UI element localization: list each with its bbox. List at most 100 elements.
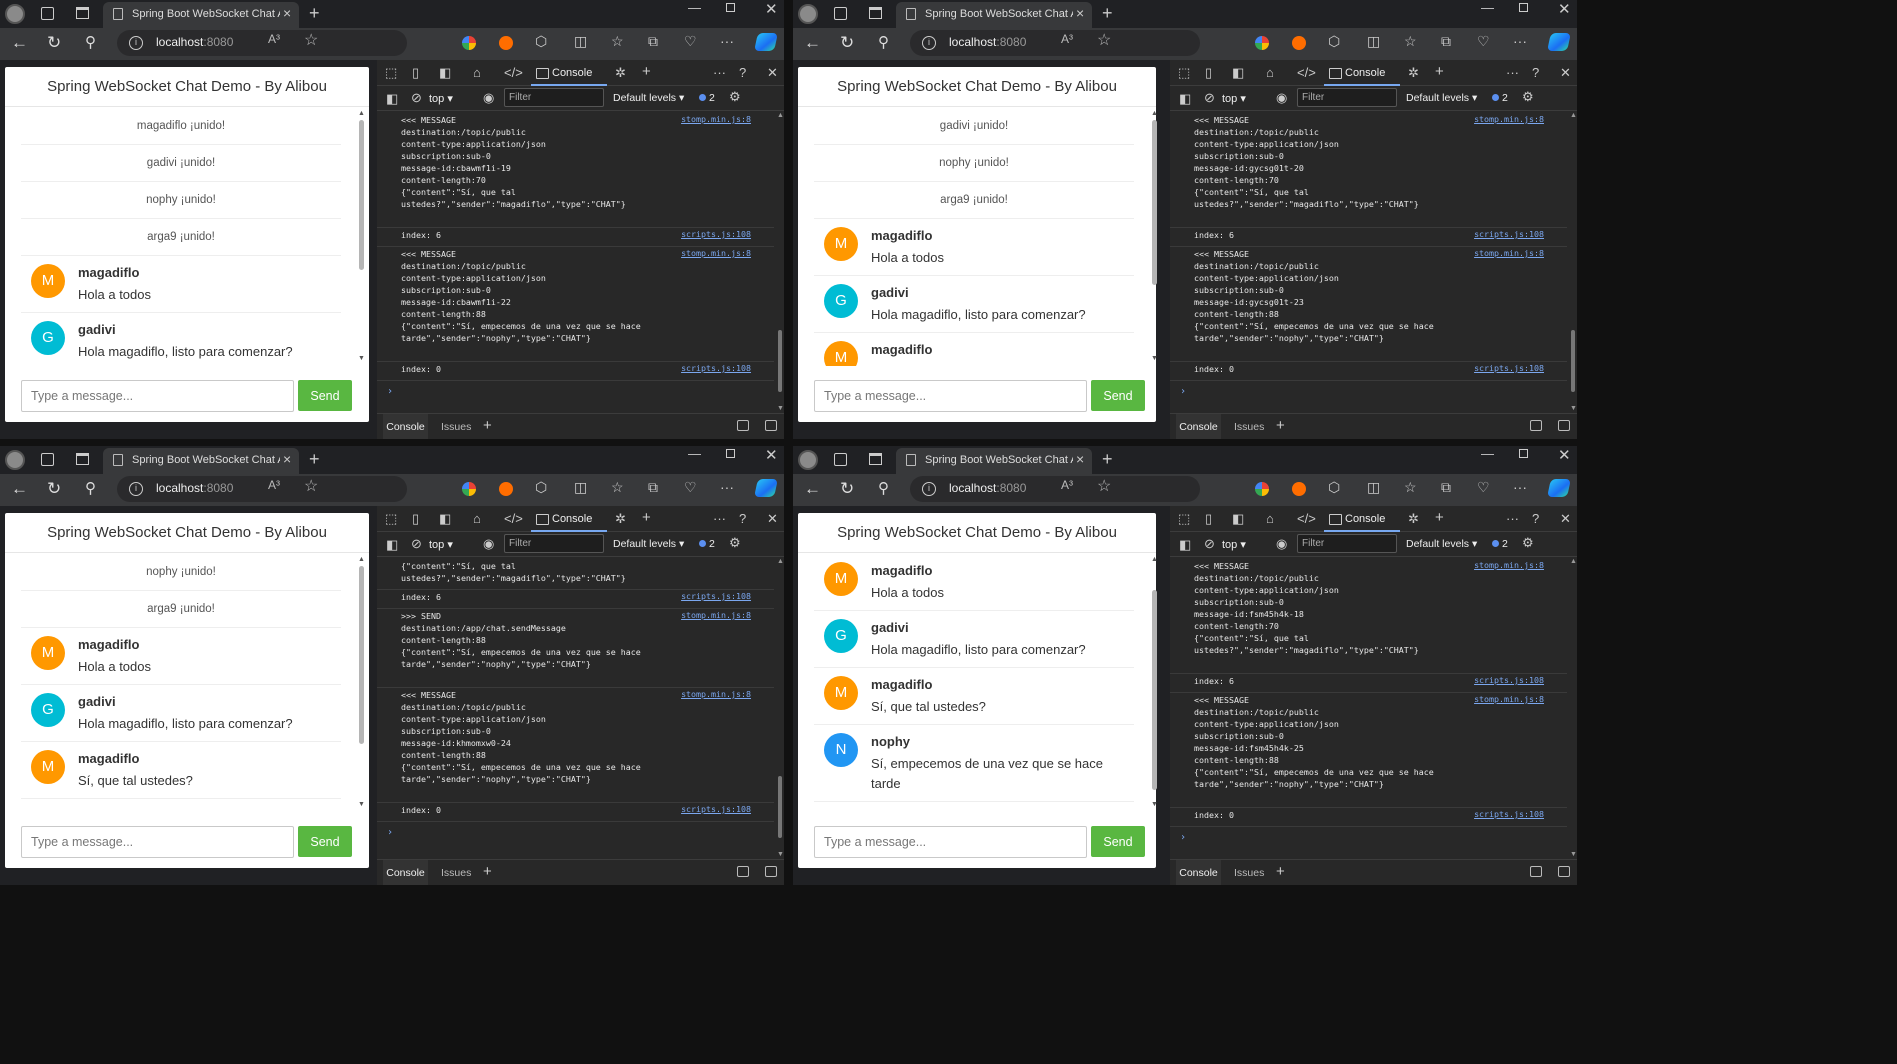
split-screen-icon[interactable]: ◫ bbox=[1367, 479, 1380, 496]
welcome-home-icon[interactable]: ⌂ bbox=[473, 65, 481, 80]
minimize-icon[interactable]: — bbox=[688, 0, 701, 15]
workspaces-icon[interactable] bbox=[834, 7, 847, 20]
scroll-thumb[interactable] bbox=[1571, 330, 1575, 392]
sidebar-toggle-icon[interactable]: ◧ bbox=[386, 537, 398, 553]
inspect-icon[interactable]: ⬚ bbox=[385, 65, 397, 81]
message-area[interactable]: nophy ¡unido! arga9 ¡unido! Mmagadiflo Hola… bbox=[5, 554, 369, 812]
welcome-home-icon[interactable]: ⌂ bbox=[473, 511, 481, 526]
source-link[interactable]: scripts.js:108 bbox=[1474, 809, 1544, 819]
favorites-icon[interactable]: ☆ bbox=[611, 479, 624, 496]
more-menu-icon[interactable]: ··· bbox=[720, 33, 734, 49]
split-screen-icon[interactable]: ◫ bbox=[574, 479, 587, 496]
sidebar-toggle-icon[interactable]: ◧ bbox=[1179, 537, 1191, 553]
send-button[interactable]: Send bbox=[1091, 380, 1145, 411]
source-link[interactable]: stomp.min.js:8 bbox=[1474, 694, 1544, 704]
add-drawer-tab-icon[interactable]: + bbox=[483, 863, 492, 880]
split-screen-icon[interactable]: ◫ bbox=[574, 33, 587, 50]
scroll-thumb[interactable] bbox=[778, 330, 782, 392]
sources-bug-icon[interactable]: ✲ bbox=[615, 511, 626, 527]
back-icon[interactable]: ← bbox=[11, 479, 28, 499]
welcome-home-icon[interactable]: ⌂ bbox=[1266, 511, 1274, 526]
source-link[interactable]: stomp.min.js:8 bbox=[1474, 248, 1544, 258]
send-button[interactable]: Send bbox=[298, 826, 352, 857]
elements-icon[interactable]: </> bbox=[1297, 65, 1316, 80]
close-tab-icon[interactable]: × bbox=[283, 5, 291, 21]
copilot-icon[interactable] bbox=[754, 33, 778, 51]
new-tab-icon[interactable]: + bbox=[1102, 449, 1113, 470]
quick-view-icon[interactable] bbox=[737, 420, 749, 431]
scroll-up-icon[interactable]: ▲ bbox=[1151, 556, 1158, 563]
extensions-puzzle-icon[interactable]: ⬡ bbox=[1328, 33, 1340, 50]
close-window-icon[interactable]: ✕ bbox=[765, 0, 778, 18]
browser-essentials-icon[interactable]: ♡ bbox=[1477, 479, 1490, 496]
chat-scrollbar[interactable]: ▲ ▼ bbox=[1150, 556, 1160, 808]
more-menu-icon[interactable]: ··· bbox=[1513, 479, 1527, 495]
close-window-icon[interactable]: ✕ bbox=[1558, 446, 1571, 464]
live-expression-eye-icon[interactable]: ◉ bbox=[483, 90, 494, 106]
favorites-icon[interactable]: ☆ bbox=[1404, 33, 1417, 50]
message-area[interactable]: Mmagadiflo Hola a todos Ggadivi Hola magadi… bbox=[798, 554, 1162, 812]
favorite-star-icon[interactable]: ☆ bbox=[304, 30, 318, 50]
dock-icon[interactable]: ◧ bbox=[1232, 511, 1244, 527]
search-icon[interactable]: ⚲ bbox=[878, 479, 889, 497]
copilot-icon[interactable] bbox=[754, 479, 778, 497]
drawer-tab-issues[interactable]: Issues bbox=[441, 421, 471, 433]
refresh-icon[interactable]: ↻ bbox=[47, 33, 61, 53]
scroll-down-icon[interactable]: ▼ bbox=[358, 355, 365, 362]
tab-console[interactable]: Console bbox=[1324, 60, 1400, 86]
extension-icon[interactable] bbox=[499, 36, 513, 50]
new-tab-icon[interactable]: + bbox=[1102, 3, 1113, 24]
more-menu-icon[interactable]: ··· bbox=[1513, 33, 1527, 49]
filter-input[interactable]: Filter bbox=[504, 88, 604, 107]
console-prompt-chevron-icon[interactable]: › bbox=[1180, 832, 1186, 843]
live-expression-eye-icon[interactable]: ◉ bbox=[1276, 90, 1287, 106]
devtools-menu-icon[interactable]: ··· bbox=[1506, 65, 1519, 80]
chat-scrollbar[interactable]: ▲ ▼ bbox=[357, 110, 367, 362]
sources-bug-icon[interactable]: ✲ bbox=[1408, 65, 1419, 81]
workspaces-icon[interactable] bbox=[41, 453, 54, 466]
context-select[interactable]: top ▾ bbox=[1222, 538, 1246, 551]
source-link[interactable]: stomp.min.js:8 bbox=[681, 248, 751, 258]
scroll-thumb[interactable] bbox=[1152, 120, 1157, 285]
scroll-up-icon[interactable]: ▲ bbox=[1570, 112, 1577, 119]
source-link[interactable]: stomp.min.js:8 bbox=[1474, 114, 1544, 124]
minimize-icon[interactable]: — bbox=[1481, 0, 1494, 15]
console-prompt-chevron-icon[interactable]: › bbox=[387, 386, 393, 397]
url-field[interactable]: i localhost:8080 bbox=[910, 476, 1200, 502]
console-scrollbar[interactable]: ▲ ▼ bbox=[1569, 558, 1577, 858]
source-link[interactable]: scripts.js:108 bbox=[681, 591, 751, 601]
more-tools-icon[interactable]: + bbox=[1435, 509, 1444, 526]
search-icon[interactable]: ⚲ bbox=[878, 33, 889, 51]
close-window-icon[interactable]: ✕ bbox=[1558, 0, 1571, 18]
scroll-down-icon[interactable]: ▼ bbox=[777, 851, 784, 858]
context-select[interactable]: top ▾ bbox=[1222, 92, 1246, 105]
extensions-puzzle-icon[interactable]: ⬡ bbox=[535, 479, 547, 496]
elements-icon[interactable]: </> bbox=[504, 511, 523, 526]
elements-icon[interactable]: </> bbox=[504, 65, 523, 80]
split-screen-icon[interactable]: ◫ bbox=[1367, 33, 1380, 50]
drawer-tab-console[interactable]: Console bbox=[1176, 414, 1221, 439]
quick-view-icon[interactable] bbox=[737, 866, 749, 877]
dock-drawer-icon[interactable] bbox=[765, 420, 777, 431]
extension-icon[interactable] bbox=[1255, 482, 1269, 496]
refresh-icon[interactable]: ↻ bbox=[840, 33, 854, 53]
context-select[interactable]: top ▾ bbox=[429, 538, 453, 551]
drawer-tab-issues[interactable]: Issues bbox=[1234, 421, 1264, 433]
tab-console[interactable]: Console bbox=[531, 60, 607, 86]
clear-console-icon[interactable]: ⊘ bbox=[1204, 536, 1215, 552]
extensions-puzzle-icon[interactable]: ⬡ bbox=[535, 33, 547, 50]
new-tab-icon[interactable]: + bbox=[309, 449, 320, 470]
refresh-icon[interactable]: ↻ bbox=[47, 479, 61, 499]
scroll-thumb[interactable] bbox=[359, 566, 364, 744]
browser-essentials-icon[interactable]: ♡ bbox=[1477, 33, 1490, 50]
browser-essentials-icon[interactable]: ♡ bbox=[684, 479, 697, 496]
extension-icon[interactable] bbox=[1292, 482, 1306, 496]
collections-icon[interactable]: ⧉ bbox=[648, 33, 658, 50]
read-aloud-icon[interactable]: A³ bbox=[268, 32, 280, 46]
message-input[interactable] bbox=[21, 380, 294, 412]
message-input[interactable] bbox=[21, 826, 294, 858]
tab-console[interactable]: Console bbox=[531, 506, 607, 532]
favorites-icon[interactable]: ☆ bbox=[611, 33, 624, 50]
log-levels-dropdown[interactable]: Default levels ▾ bbox=[1406, 92, 1477, 104]
site-info-icon[interactable]: i bbox=[129, 36, 143, 50]
